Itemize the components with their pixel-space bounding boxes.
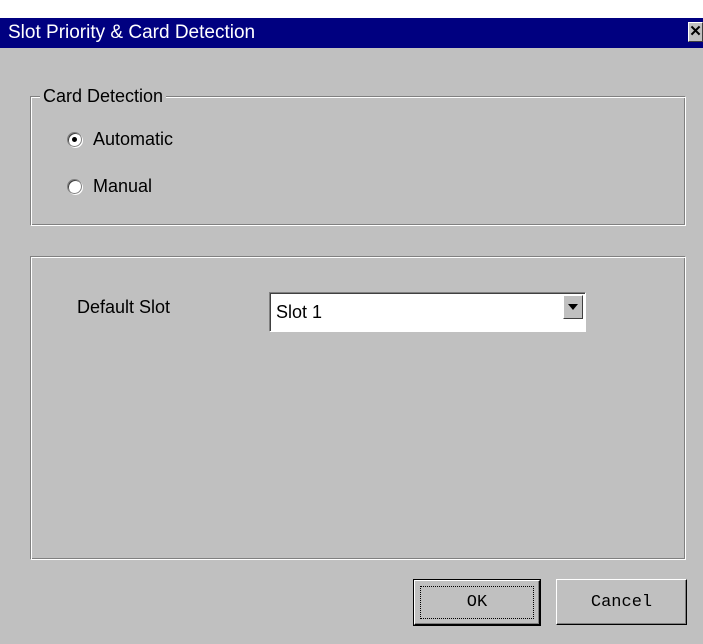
slot-priority-dialog: Slot Priority & Card Detection ✕ Card De…: [0, 18, 703, 644]
close-button[interactable]: ✕: [688, 22, 703, 42]
radio-automatic[interactable]: Automatic: [67, 128, 173, 150]
card-detection-legend: Card Detection: [40, 85, 167, 107]
window-title: Slot Priority & Card Detection: [8, 22, 256, 43]
default-slot-value: Slot 1: [276, 302, 323, 322]
default-slot-label: Default Slot: [77, 297, 171, 317]
chevron-down-icon: [568, 304, 578, 310]
cancel-button-label: Cancel: [590, 592, 653, 612]
focus-rectangle: [420, 586, 534, 619]
radio-manual-button[interactable]: [67, 178, 82, 194]
radio-automatic-button[interactable]: [67, 131, 82, 147]
radio-automatic-label[interactable]: Automatic: [93, 128, 173, 150]
cancel-button[interactable]: Cancel: [556, 579, 687, 625]
title-bar[interactable]: Slot Priority & Card Detection ✕: [0, 18, 703, 48]
close-icon: ✕: [689, 23, 702, 40]
dropdown-button[interactable]: [563, 295, 583, 319]
default-slot-select[interactable]: Slot 1: [269, 292, 586, 332]
default-slot-group: Default Slot Slot 1: [30, 256, 686, 560]
card-detection-group: Card Detection Automatic Manual: [30, 85, 686, 226]
radio-manual-label[interactable]: Manual: [93, 175, 152, 197]
ok-button[interactable]: OK: [413, 579, 541, 626]
radio-manual[interactable]: Manual: [67, 175, 152, 197]
